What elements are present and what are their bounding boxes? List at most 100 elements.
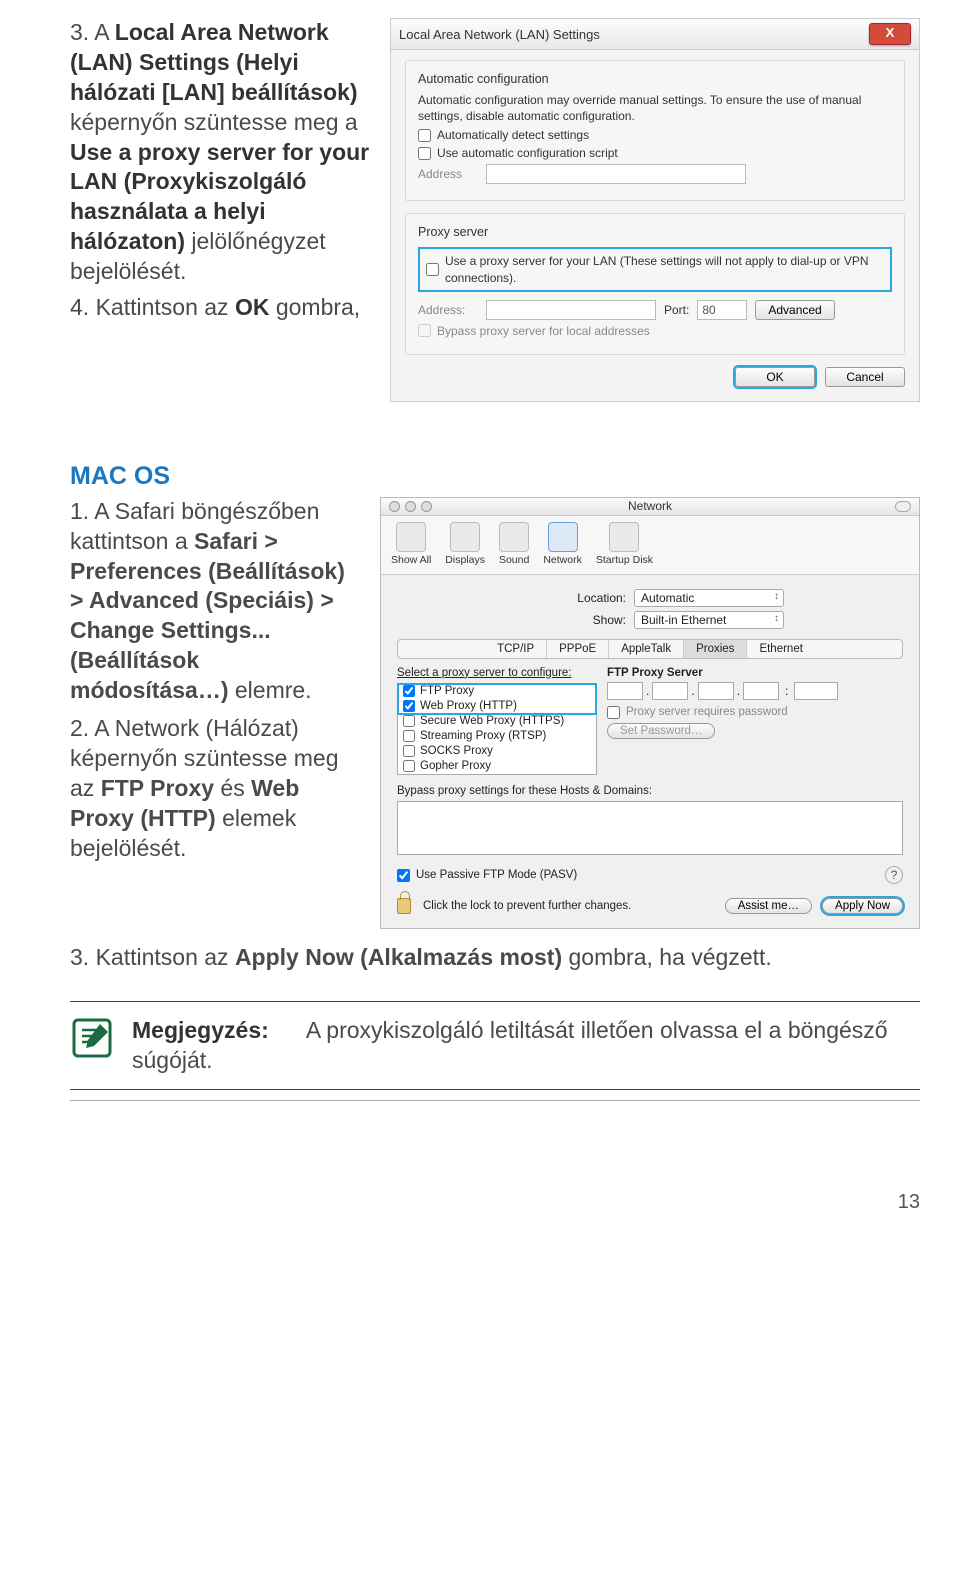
close-button[interactable]: X (869, 23, 911, 45)
t: 3. A (70, 19, 115, 45)
checkbox[interactable] (418, 129, 431, 142)
tab-proxies[interactable]: Proxies (684, 640, 747, 658)
ip1[interactable] (607, 682, 643, 700)
mac-step-3: 3. Kattintson az Apply Now (Alkalmazás m… (70, 943, 920, 973)
mac-instructions: 1. A Safari böngészőben kattintson a Saf… (70, 497, 360, 929)
lan-settings-dialog: Local Area Network (LAN) Settings X Auto… (390, 18, 920, 402)
location-label: Location: (516, 591, 626, 605)
checkbox[interactable] (403, 715, 415, 727)
t: és (214, 775, 251, 801)
macos-heading: MAC OS (70, 462, 920, 491)
tb-displays[interactable]: Displays (445, 522, 485, 566)
proxy-sweb[interactable]: Secure Web Proxy (HTTPS) (398, 714, 596, 729)
checkbox[interactable] (403, 745, 415, 757)
label: Sound (499, 554, 529, 566)
chk-script[interactable]: Use automatic configuration script (418, 146, 892, 160)
display-icon (450, 522, 480, 552)
assist-button[interactable]: Assist me… (725, 898, 812, 914)
proxy-ftp[interactable]: FTP Proxy (398, 684, 596, 699)
proxy-address-input[interactable] (486, 300, 656, 320)
mac-network-window: Network Show All Displays Sound Network … (380, 497, 920, 929)
grid-icon (396, 522, 426, 552)
proxy-highlight: Use a proxy server for your LAN (These s… (418, 247, 892, 291)
window-title: Network (381, 499, 919, 513)
apply-now-button[interactable]: Apply Now (822, 898, 903, 914)
label: Gopher Proxy (420, 760, 491, 772)
t: képernyőn szüntesse meg a (70, 109, 358, 135)
t: OK (235, 294, 270, 320)
bypass-hosts-input[interactable] (397, 801, 903, 855)
proxy-gopher[interactable]: Gopher Proxy (398, 759, 596, 774)
lock-icon[interactable] (397, 898, 411, 914)
checkbox[interactable] (403, 760, 415, 772)
tab-pppoe[interactable]: PPPoE (547, 640, 609, 658)
port-input[interactable] (697, 300, 747, 320)
chk-req-pwd[interactable]: Proxy server requires password (607, 706, 903, 719)
tb-sound[interactable]: Sound (499, 522, 529, 566)
ip3[interactable] (698, 682, 734, 700)
proxy-socks[interactable]: SOCKS Proxy (398, 744, 596, 759)
checkbox[interactable] (403, 700, 415, 712)
help-icon[interactable]: ? (885, 866, 903, 884)
chk-pasv[interactable]: Use Passive FTP Mode (PASV) (397, 869, 577, 882)
proxy-web[interactable]: Web Proxy (HTTP) (398, 699, 596, 714)
startup-icon (609, 522, 639, 552)
label: Secure Web Proxy (HTTPS) (420, 715, 564, 727)
chk-detect[interactable]: Automatically detect settings (418, 128, 892, 142)
script-address-input[interactable] (486, 164, 746, 184)
proxy-address-label: Address: (418, 303, 478, 317)
set-password-button[interactable]: Set Password… (607, 723, 715, 739)
t: 3. Kattintson az (70, 944, 235, 970)
footer-rule (70, 1100, 920, 1101)
tb-network[interactable]: Network (543, 522, 582, 566)
ip2[interactable] (652, 682, 688, 700)
tab-appletalk[interactable]: AppleTalk (609, 640, 684, 658)
group-autoconf-title: Automatic configuration (414, 72, 553, 86)
checkbox[interactable] (403, 730, 415, 742)
ip4[interactable] (743, 682, 779, 700)
location-select[interactable]: Automatic (634, 589, 784, 607)
tb-startup[interactable]: Startup Disk (596, 522, 653, 566)
proxy-stream[interactable]: Streaming Proxy (RTSP) (398, 729, 596, 744)
sound-icon (499, 522, 529, 552)
mac-titlebar: Network (381, 498, 919, 516)
address-label: Address (418, 167, 478, 181)
port-label: Port: (664, 303, 689, 317)
t: 4. Kattintson az (70, 294, 235, 320)
label: Automatically detect settings (437, 128, 589, 142)
proxy-list: FTP Proxy Web Proxy (HTTP) Secure Web Pr… (397, 683, 597, 775)
tab-tcpip[interactable]: TCP/IP (485, 640, 547, 658)
note-icon (70, 1016, 114, 1060)
t: FTP Proxy (101, 775, 214, 801)
checkbox[interactable] (426, 263, 439, 276)
checkbox[interactable] (403, 685, 415, 697)
tab-ethernet[interactable]: Ethernet (747, 640, 814, 658)
advanced-button[interactable]: Advanced (755, 300, 834, 320)
step-4: 4. Kattintson az OK gombra, (70, 293, 370, 323)
chk-use-proxy[interactable]: Use a proxy server for your LAN (These s… (426, 253, 884, 285)
checkbox[interactable] (418, 324, 431, 337)
label: Streaming Proxy (RTSP) (420, 730, 546, 742)
chk-bypass[interactable]: Bypass proxy server for local addresses (418, 324, 892, 338)
label: FTP Proxy (420, 685, 474, 697)
instructions-top: 3. A Local Area Network (LAN) Settings (… (70, 18, 370, 402)
mac-step-1: 1. A Safari böngészőben kattintson a Saf… (70, 497, 360, 706)
label: Use a proxy server for your LAN (These s… (445, 253, 884, 285)
ok-button[interactable]: OK (735, 367, 815, 387)
proxy-port[interactable] (794, 682, 838, 700)
label: Proxy server requires password (626, 706, 788, 718)
bypass-label: Bypass proxy settings for these Hosts & … (397, 785, 903, 797)
value: Built-in Ethernet (641, 613, 726, 627)
value: Automatic (641, 591, 694, 605)
tabs: TCP/IP PPPoE AppleTalk Proxies Ethernet (397, 639, 903, 659)
checkbox[interactable] (418, 147, 431, 160)
label: Web Proxy (HTTP) (420, 700, 517, 712)
note: Megjegyzés: A proxykiszolgáló letiltását… (70, 1001, 920, 1091)
t: gombra, (269, 294, 360, 320)
checkbox[interactable] (607, 706, 620, 719)
show-select[interactable]: Built-in Ethernet (634, 611, 784, 629)
network-icon (548, 522, 578, 552)
checkbox[interactable] (397, 869, 410, 882)
tb-showall[interactable]: Show All (391, 522, 431, 566)
cancel-button[interactable]: Cancel (825, 367, 905, 387)
